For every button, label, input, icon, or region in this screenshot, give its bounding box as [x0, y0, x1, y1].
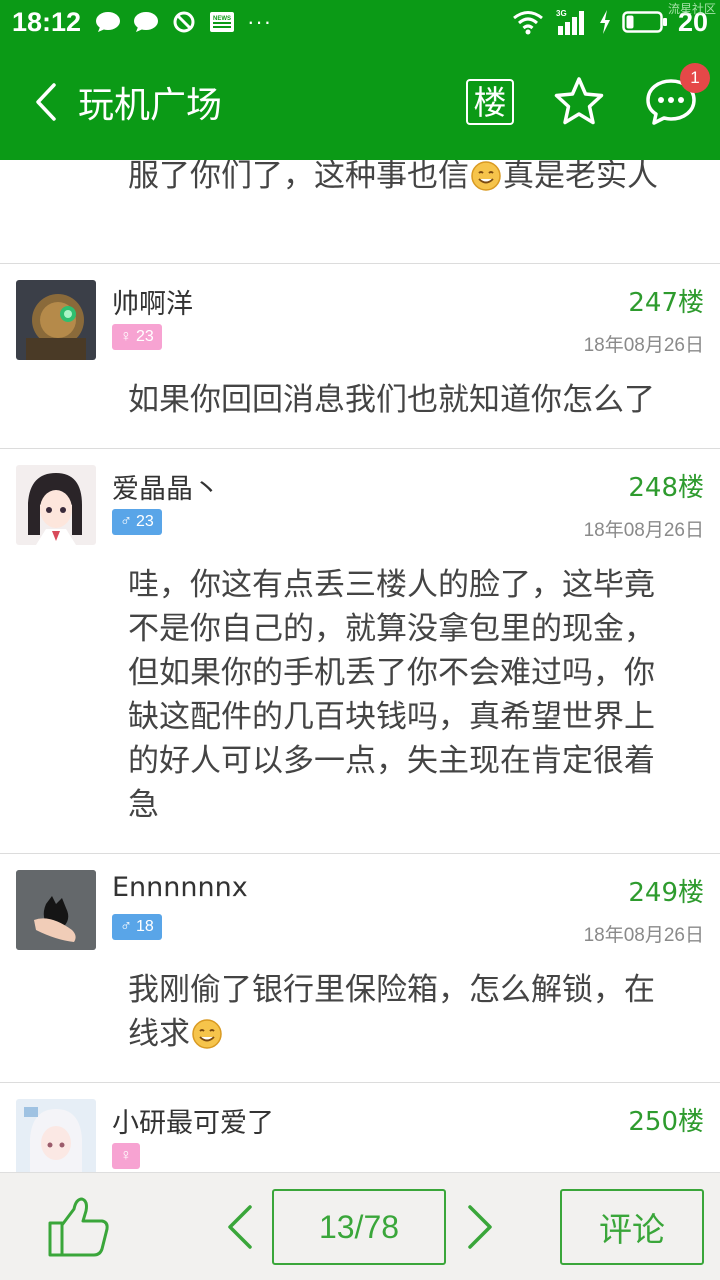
male-symbol-icon: ♂	[120, 513, 132, 530]
chevron-left-icon	[228, 1205, 252, 1249]
reply-text: 哇，你这有点丢三楼人的脸了，这毕竟不是你自己的，就算没拿包里的现金，但如果你的手…	[128, 567, 655, 823]
reply-header: Ennnnnnx ♂ 18 249楼 18年08月26日	[0, 854, 720, 950]
reply-content: 我刚偷了银行里保险箱，怎么解锁，在线求	[0, 950, 720, 1082]
avatar-image	[16, 1099, 96, 1172]
gender-level-badge: ♀ 23	[112, 324, 162, 350]
network-type-label: 3G	[556, 9, 567, 18]
reply-text: 服了你们了，这种事也信	[128, 160, 469, 194]
app-bar: 玩机广场 楼 1	[0, 44, 720, 160]
comments-button[interactable]: 1	[644, 63, 710, 129]
reply-content: 服了你们了，这种事也信 真是老实人	[0, 160, 720, 224]
reply-header: 爱晶晶丶 ♂ 23 248楼 18年08月26日	[0, 449, 720, 545]
message-count-badge: 1	[680, 63, 710, 93]
avatar-image	[16, 465, 96, 545]
favorite-button[interactable]	[552, 75, 606, 129]
avatar[interactable]	[16, 280, 96, 360]
page-indicator[interactable]: 13/78	[272, 1189, 446, 1265]
watermark: 流星社区	[667, 2, 716, 16]
reply-item: Ennnnnnx ♂ 18 249楼 18年08月26日 我刚偷了银行里保险箱，怎…	[0, 854, 720, 1083]
floor-number: 250楼	[628, 1107, 704, 1137]
bottom-toolbar: 13/78 评论	[0, 1172, 720, 1280]
reply-date: 18年08月26日	[583, 520, 704, 541]
gender-level-badge: ♂ 18	[112, 914, 162, 940]
reply-header: 帅啊洋 ♀ 23 247楼 18年08月26日	[0, 264, 720, 360]
smile-emoji-icon	[192, 1019, 222, 1049]
level-value: 23	[136, 513, 154, 530]
news-icon-label: NEWS	[213, 16, 231, 22]
reply-item-partial: 服了你们了，这种事也信 真是老实人	[0, 160, 720, 264]
reply-item: 小研最可爱了 ♀ 250楼	[0, 1083, 720, 1172]
username[interactable]: Ennnnnnx	[112, 872, 248, 903]
reply-header: 小研最可爱了 ♀ 250楼	[0, 1083, 720, 1172]
chat-bubble-icon	[96, 12, 121, 32]
reply-item: 爱晶晶丶 ♂ 23 248楼 18年08月26日 哇，你这有点丢三楼人的脸了，这毕…	[0, 449, 720, 854]
jump-to-floor-button[interactable]: 楼	[466, 79, 514, 125]
username[interactable]: 小研最可爱了	[112, 1101, 274, 1140]
reply-text-tail: 真是老实人	[503, 160, 658, 194]
level-value: 23	[136, 328, 154, 345]
chevron-left-icon	[36, 83, 56, 121]
app-bar-actions: 楼 1	[466, 63, 710, 129]
back-button[interactable]	[18, 62, 74, 142]
female-symbol-icon: ♀	[120, 1147, 132, 1164]
male-symbol-icon: ♂	[120, 918, 132, 935]
level-value: 18	[136, 918, 154, 935]
smile-emoji-icon	[471, 161, 501, 191]
battery-icon	[622, 11, 667, 33]
gender-level-badge: ♂ 23	[112, 509, 162, 535]
thumbs-up-icon	[48, 1197, 109, 1257]
reply-feed[interactable]: 服了你们了，这种事也信 真是老实人 帅啊洋 ♀ 23 247楼 18年08月26日 …	[0, 160, 720, 1172]
avatar[interactable]	[16, 1099, 96, 1172]
next-page-button[interactable]	[462, 1203, 498, 1251]
more-notifications-icon: ···	[247, 9, 273, 34]
floor-number: 247楼	[628, 288, 704, 318]
username[interactable]: 爱晶晶丶	[112, 467, 220, 506]
reply-content: 如果你回回消息我们也就知道你怎么了	[0, 360, 720, 448]
avatar[interactable]	[16, 870, 96, 950]
avatar[interactable]	[16, 465, 96, 545]
status-time: 18:12	[12, 6, 82, 37]
status-notification-icons: NEWS ···	[95, 9, 272, 35]
comment-button[interactable]: 评论	[560, 1189, 704, 1265]
avatar-image	[16, 280, 96, 360]
floor-number: 248楼	[628, 473, 704, 503]
reply-text: 如果你回回消息我们也就知道你怎么了	[128, 382, 655, 418]
reply-item: 帅啊洋 ♀ 23 247楼 18年08月26日 如果你回回消息我们也就知道你怎么了	[0, 264, 720, 449]
charging-icon	[599, 10, 610, 34]
page-title: 玩机广场	[78, 85, 223, 126]
cellular-signal-icon: 3G	[556, 9, 584, 35]
status-bar: 18:12 NEWS ··· 3G 20 流星社区	[0, 0, 720, 44]
chevron-right-icon	[468, 1205, 492, 1249]
like-button[interactable]	[46, 1195, 112, 1259]
female-symbol-icon: ♀	[120, 328, 132, 345]
gender-level-badge: ♀	[112, 1143, 140, 1169]
floor-number: 249楼	[628, 878, 704, 908]
reply-date: 18年08月26日	[583, 925, 704, 946]
do-not-disturb-icon	[173, 11, 195, 33]
chat-bubble-icon-2	[134, 12, 159, 32]
reply-content: 哇，你这有点丢三楼人的脸了，这毕竟不是你自己的，就算没拿包里的现金，但如果你的手…	[0, 545, 720, 853]
star-icon	[554, 77, 604, 125]
reply-date: 18年08月26日	[583, 335, 704, 356]
avatar-image	[16, 870, 96, 950]
previous-page-button[interactable]	[222, 1203, 258, 1251]
username[interactable]: 帅啊洋	[112, 282, 193, 321]
news-icon: NEWS	[210, 12, 235, 32]
wifi-icon	[513, 11, 543, 35]
